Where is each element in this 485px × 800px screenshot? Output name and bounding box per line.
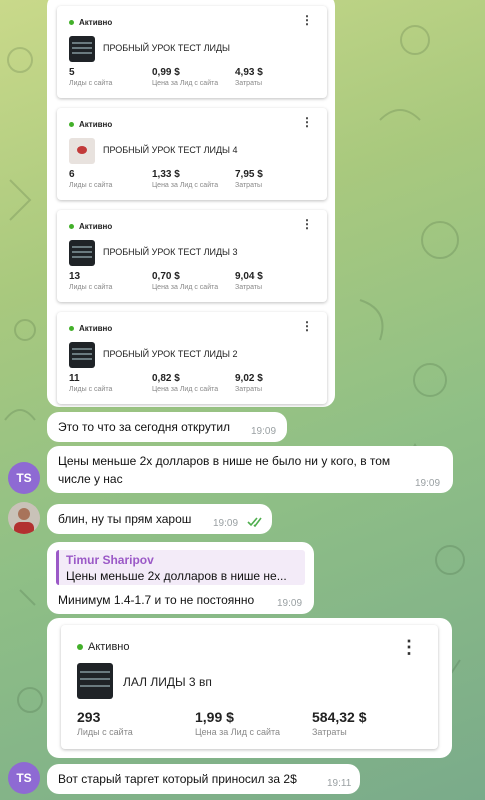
leads-value: 293	[77, 709, 101, 725]
cost-value: 7,95 $	[235, 169, 263, 180]
message-text: Вот старый таргет который приносил за 2$	[58, 772, 297, 786]
read-double-check-icon	[247, 517, 262, 527]
leads-value: 6	[69, 169, 75, 180]
ad-title: ПРОБНЫЙ УРОК ТЕСТ ЛИДЫ 3	[103, 247, 238, 257]
message-time: 19:09	[251, 426, 277, 437]
more-vertical-icon[interactable]: ⋮	[301, 218, 313, 230]
ad-title: ПРОБНЫЙ УРОК ТЕСТ ЛИДЫ 4	[103, 145, 238, 155]
cost-label: Затраты	[235, 182, 263, 189]
avatar[interactable]: TS	[8, 762, 40, 794]
message-text: блин, ну ты прям харош	[58, 512, 192, 526]
ad-title: ПРОБНЫЙ УРОК ТЕСТ ЛИДЫ	[103, 43, 231, 53]
leads-value: 5	[69, 67, 75, 78]
ad-thumbnail	[69, 342, 95, 368]
leads-value: 13	[69, 271, 81, 282]
avatar-photo[interactable]	[8, 502, 40, 534]
more-vertical-icon[interactable]: ⋮	[400, 637, 418, 658]
cost-value: 584,32 $	[312, 709, 367, 725]
avatar[interactable]: TS	[8, 462, 40, 494]
reply-author: Timur Sharipov	[66, 553, 154, 567]
message-bubble[interactable]: блин, ну ты прям харош 19:09	[47, 504, 272, 534]
price-label: Цена за Лид с сайта	[152, 284, 219, 291]
message-text-line-1: Цены меньше 2х долларов в нише не было н…	[58, 454, 391, 468]
ad-thumbnail	[69, 36, 95, 62]
active-dot-icon	[77, 644, 83, 650]
message-bubble[interactable]: Цены меньше 2х долларов в нише не было н…	[47, 446, 453, 493]
ad-thumbnail	[77, 663, 113, 699]
price-value: 0,70 $	[152, 271, 180, 282]
message-bubble[interactable]: Это то что за сегодня открутил 19:09	[47, 412, 287, 442]
leads-label: Лиды с сайта	[69, 386, 113, 393]
ad-card[interactable]: Активно ⋮ ПРОБНЫЙ УРОК ТЕСТ ЛИДЫ 4 6 Лид…	[57, 108, 327, 200]
cost-value: 9,04 $	[235, 271, 263, 282]
message-reply-bubble[interactable]: Timur Sharipov Цены меньше 2х долларов в…	[47, 542, 314, 614]
active-dot-icon	[69, 122, 74, 127]
ad-title: ПРОБНЫЙ УРОК ТЕСТ ЛИДЫ 2	[103, 349, 238, 359]
leads-label: Лиды с сайта	[77, 727, 133, 737]
message-time: 19:09	[277, 598, 303, 609]
message-text-line-2: числе у нас	[58, 472, 123, 486]
message-time: 19:09	[213, 518, 239, 529]
more-vertical-icon[interactable]: ⋮	[301, 14, 313, 26]
leads-value: 11	[69, 373, 80, 384]
message-text: Это то что за сегодня открутил	[58, 420, 231, 434]
leads-label: Лиды с сайта	[69, 284, 113, 291]
price-label: Цена за Лид с сайта	[152, 182, 219, 189]
more-vertical-icon[interactable]: ⋮	[301, 116, 313, 128]
message-text: Минимум 1.4-1.7 и то не постоянно	[58, 593, 255, 607]
ad-card[interactable]: Активно ⋮ ЛАЛ ЛИДЫ 3 вп 293 Лиды с сайта…	[61, 625, 438, 749]
reply-quote[interactable]: Timur Sharipov Цены меньше 2х долларов в…	[56, 550, 305, 585]
cost-label: Затраты	[235, 386, 263, 393]
leads-label: Лиды с сайта	[69, 80, 113, 87]
cost-label: Затраты	[235, 80, 263, 87]
active-dot-icon	[69, 326, 74, 331]
ad-card[interactable]: Активно ⋮ ПРОБНЫЙ УРОК ТЕСТ ЛИДЫ 2 11 Ли…	[57, 312, 327, 404]
person-icon	[14, 508, 34, 534]
price-label: Цена за Лид с сайта	[195, 727, 281, 737]
price-value: 0,82 $	[152, 373, 180, 384]
ad-card[interactable]: Активно ⋮ ПРОБНЫЙ УРОК ТЕСТ ЛИДЫ 3 13 Ли…	[57, 210, 327, 302]
ad-status: Активно	[79, 18, 113, 27]
cost-label: Затраты	[235, 284, 263, 291]
ad-status: Активно	[79, 120, 113, 129]
active-dot-icon	[69, 20, 74, 25]
price-value: 0,99 $	[152, 67, 180, 78]
avatar-initials: TS	[16, 771, 32, 785]
reply-text: Цены меньше 2х долларов в нише не...	[66, 569, 287, 583]
ad-status: Активно	[79, 222, 113, 231]
ad-thumbnail	[69, 240, 95, 266]
ad-status: Активно	[79, 324, 113, 333]
message-time: 19:09	[415, 478, 441, 489]
price-value: 1,33 $	[152, 169, 180, 180]
message-bubble[interactable]: Вот старый таргет который приносил за 2$…	[47, 764, 360, 794]
cost-label: Затраты	[312, 727, 347, 737]
message-ad-card[interactable]: Активно ⋮ ЛАЛ ЛИДЫ 3 вп 293 Лиды с сайта…	[47, 618, 452, 758]
avatar-initials: TS	[16, 471, 32, 485]
ad-title: ЛАЛ ЛИДЫ 3 вп	[123, 675, 212, 689]
ad-status: Активно	[88, 641, 130, 653]
leads-label: Лиды с сайта	[69, 182, 113, 189]
ad-card[interactable]: Активно ⋮ ПРОБНЫЙ УРОК ТЕСТ ЛИДЫ 5 Лиды …	[57, 6, 327, 98]
message-time: 19:11	[327, 778, 352, 789]
cost-value: 9,02 $	[235, 373, 263, 384]
active-dot-icon	[69, 224, 74, 229]
price-label: Цена за Лид с сайта	[152, 386, 219, 393]
cost-value: 4,93 $	[235, 67, 263, 78]
price-value: 1,99 $	[195, 709, 234, 725]
price-label: Цена за Лид с сайта	[152, 80, 219, 87]
ad-thumbnail	[69, 138, 95, 164]
more-vertical-icon[interactable]: ⋮	[301, 320, 313, 332]
